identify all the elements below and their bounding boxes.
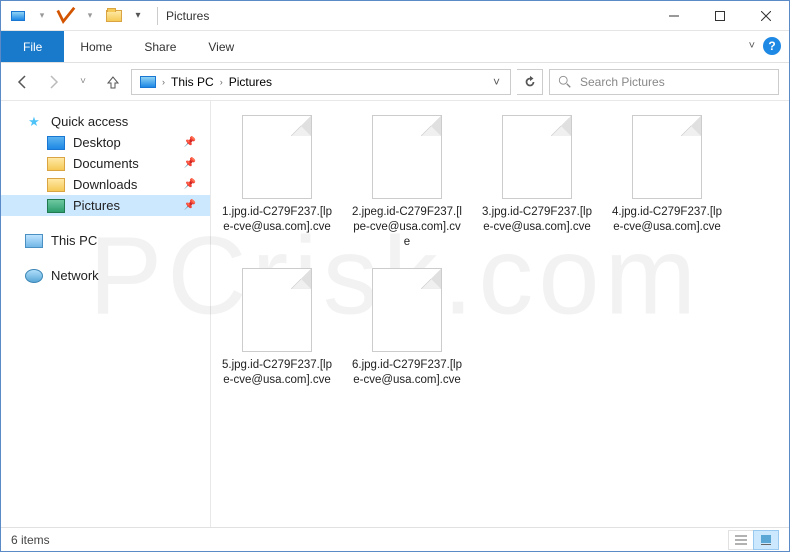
sidebar-label: This PC	[51, 233, 97, 248]
file-name: 3.jpg.id-C279F237.[lpe-cve@usa.com].cve	[481, 205, 593, 235]
file-icon	[242, 115, 312, 199]
network-icon	[25, 269, 43, 283]
sidebar-desktop[interactable]: Desktop 📌	[1, 132, 210, 153]
navigation-pane: ★ Quick access Desktop 📌 Documents 📌 Downlo…	[1, 101, 211, 528]
desktop-icon	[47, 136, 65, 150]
file-item[interactable]: 3.jpg.id-C279F237.[lpe-cve@usa.com].cve	[481, 115, 593, 250]
file-icon	[242, 268, 312, 352]
home-tab[interactable]: Home	[64, 31, 128, 62]
explorer-icon[interactable]	[7, 5, 29, 27]
sidebar-thispc[interactable]: This PC	[1, 230, 210, 251]
share-tab[interactable]: Share	[128, 31, 192, 62]
sidebar-label: Quick access	[51, 114, 128, 129]
pin-icon: 📌	[184, 200, 196, 211]
sidebar-network[interactable]: Network	[1, 265, 210, 286]
sidebar-pictures[interactable]: Pictures 📌	[1, 195, 210, 216]
ribbon-expand-icon[interactable]: ˅	[749, 40, 755, 52]
file-item[interactable]: 4.jpg.id-C279F237.[lpe-cve@usa.com].cve	[611, 115, 723, 250]
view-tab[interactable]: View	[192, 31, 250, 62]
qat-separator: ▾	[31, 5, 53, 27]
file-name: 4.jpg.id-C279F237.[lpe-cve@usa.com].cve	[611, 205, 723, 235]
breadcrumb-root-icon[interactable]	[136, 76, 160, 88]
address-bar: ˅ › This PC › Pictures ˅ Search Pictures	[1, 63, 789, 101]
file-tab[interactable]: File	[1, 31, 64, 62]
file-icon	[502, 115, 572, 199]
titlebar: ▾ ▾ ▾ Pictures	[1, 1, 789, 31]
pin-icon: 📌	[184, 158, 196, 169]
sidebar-downloads[interactable]: Downloads 📌	[1, 174, 210, 195]
properties-icon[interactable]	[55, 5, 77, 27]
file-pane[interactable]: 1.jpg.id-C279F237.[lpe-cve@usa.com].cve 2…	[211, 101, 789, 528]
title-separator	[157, 7, 158, 25]
recent-dropdown[interactable]: ˅	[71, 70, 95, 94]
forward-button[interactable]	[41, 70, 65, 94]
maximize-button[interactable]	[697, 1, 743, 31]
documents-icon	[47, 157, 65, 171]
file-item[interactable]: 5.jpg.id-C279F237.[lpe-cve@usa.com].cve	[221, 268, 333, 388]
search-icon	[558, 75, 572, 89]
back-button[interactable]	[11, 70, 35, 94]
file-item[interactable]: 6.jpg.id-C279F237.[lpe-cve@usa.com].cve	[351, 268, 463, 388]
main-area: ★ Quick access Desktop 📌 Documents 📌 Downlo…	[1, 101, 789, 528]
item-count: 6 items	[11, 533, 50, 547]
sidebar-quick-access[interactable]: ★ Quick access	[1, 111, 210, 132]
breadcrumb-pictures[interactable]: Pictures	[225, 75, 276, 89]
sidebar-label: Downloads	[73, 177, 137, 192]
search-input[interactable]: Search Pictures	[549, 69, 779, 95]
file-item[interactable]: 1.jpg.id-C279F237.[lpe-cve@usa.com].cve	[221, 115, 333, 250]
refresh-button[interactable]	[517, 69, 543, 95]
file-name: 5.jpg.id-C279F237.[lpe-cve@usa.com].cve	[221, 358, 333, 388]
file-name: 1.jpg.id-C279F237.[lpe-cve@usa.com].cve	[221, 205, 333, 235]
downloads-icon	[47, 178, 65, 192]
sidebar-label: Desktop	[73, 135, 121, 150]
quick-access-toolbar: ▾ ▾ ▾	[1, 5, 149, 27]
file-item[interactable]: 2.jpeg.id-C279F237.[lpe-cve@usa.com].cve	[351, 115, 463, 250]
sidebar-label: Pictures	[73, 198, 120, 213]
file-name: 2.jpeg.id-C279F237.[lpe-cve@usa.com].cve	[351, 205, 463, 250]
pictures-icon	[47, 199, 65, 213]
search-placeholder: Search Pictures	[580, 75, 665, 89]
close-button[interactable]	[743, 1, 789, 31]
file-icon	[632, 115, 702, 199]
thumbnails-view-button[interactable]	[753, 530, 779, 550]
details-view-button[interactable]	[728, 530, 754, 550]
qat-dropdown[interactable]: ▾	[127, 5, 149, 27]
minimize-button[interactable]	[651, 1, 697, 31]
breadcrumb-thispc[interactable]: This PC	[167, 75, 218, 89]
status-bar: 6 items	[1, 527, 789, 551]
sidebar-label: Network	[51, 268, 99, 283]
chevron-right-icon[interactable]: ›	[220, 77, 223, 87]
qat-separator2: ▾	[79, 5, 101, 27]
pc-icon	[25, 234, 43, 248]
sidebar-label: Documents	[73, 156, 139, 171]
help-icon[interactable]: ?	[763, 37, 781, 55]
star-icon: ★	[25, 115, 43, 129]
pin-icon: 📌	[184, 137, 196, 148]
file-name: 6.jpg.id-C279F237.[lpe-cve@usa.com].cve	[351, 358, 463, 388]
chevron-right-icon[interactable]: ›	[162, 77, 165, 87]
window-title: Pictures	[166, 9, 209, 23]
file-icon	[372, 115, 442, 199]
breadcrumb[interactable]: › This PC › Pictures ˅	[131, 69, 511, 95]
up-button[interactable]	[101, 70, 125, 94]
file-icon	[372, 268, 442, 352]
ribbon: File Home Share View ˅ ?	[1, 31, 789, 63]
folder-icon[interactable]	[103, 5, 125, 27]
address-dropdown[interactable]: ˅	[487, 75, 506, 89]
pin-icon: 📌	[184, 179, 196, 190]
sidebar-documents[interactable]: Documents 📌	[1, 153, 210, 174]
